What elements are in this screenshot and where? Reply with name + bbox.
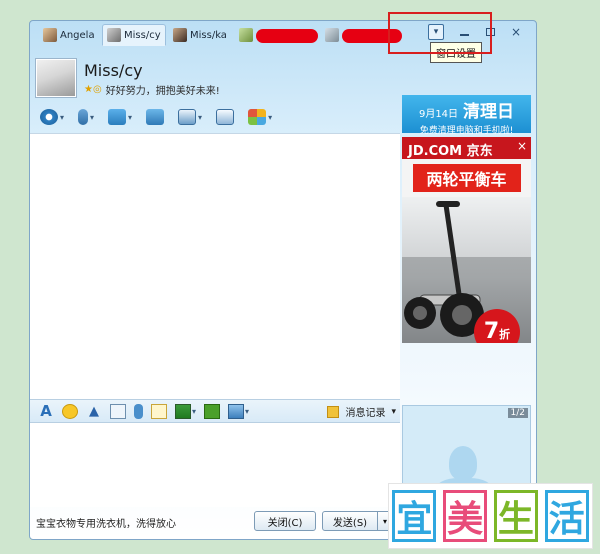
message-input[interactable] — [30, 423, 400, 507]
chat-window: Angela Miss/cy Miss/ka ▾ × 窗口设置 Miss/cy … — [29, 20, 537, 540]
chevron-down-icon[interactable]: ▾ — [268, 113, 272, 122]
ad-date: 9月14日 — [418, 109, 459, 120]
chevron-down-icon[interactable]: ▾ — [90, 113, 94, 122]
font-button[interactable]: A — [38, 402, 54, 420]
ad-headline: 清理日 — [463, 102, 515, 122]
footer-ad-link[interactable]: 宝宝衣物专用洗衣机，洗得放心 — [36, 515, 176, 530]
cleanup-day-ad[interactable]: 9月14日 清理日 免费清理电脑和手机啦! — [402, 95, 531, 136]
tab-angela[interactable]: Angela — [38, 24, 100, 46]
redaction-mark — [256, 29, 318, 43]
video-call-button[interactable]: ▾ — [40, 109, 64, 125]
screen-share-icon — [178, 109, 197, 125]
send-button[interactable]: 发送(S) — [322, 511, 378, 531]
chat-toolbar: ▾ ▾ ▾ ▾ ▾ — [40, 109, 286, 125]
voice-call-icon — [78, 109, 89, 125]
tab-miss-ka[interactable]: Miss/ka — [168, 24, 232, 46]
chevron-down-icon[interactable]: ▾ — [198, 113, 202, 122]
discount-unit: 折 — [499, 328, 511, 341]
screenshot-button[interactable] — [216, 109, 235, 125]
chevron-down-icon: ▾ — [391, 406, 396, 417]
file-transfer-button[interactable]: ▾ — [108, 109, 132, 125]
chevron-down-icon[interactable]: ▾ — [245, 407, 249, 416]
close-window-button[interactable]: × — [508, 24, 524, 40]
close-chat-button[interactable]: 关闭(C) — [254, 511, 316, 531]
voice-call-button[interactable]: ▾ — [78, 109, 94, 125]
chevron-down-icon[interactable]: ▾ — [192, 407, 196, 416]
history-icon — [327, 405, 340, 418]
sticky-note-icon[interactable] — [151, 403, 167, 419]
watermark-char-0: 宜 — [392, 490, 437, 542]
image-icon[interactable] — [175, 403, 191, 419]
default-avatar-head — [449, 446, 477, 480]
contact-signature: 好好努力，拥抱美好未来! — [105, 86, 220, 97]
remote-assist-button[interactable] — [146, 109, 165, 125]
watermark-char-1: 美 — [443, 490, 488, 542]
avatar — [325, 28, 339, 42]
tab-label: Miss/cy — [124, 29, 161, 41]
video-call-icon — [40, 109, 58, 125]
format-toolbar: A ▲ ▾ ▾ 消息记录 ▾ — [30, 399, 400, 423]
shake-icon[interactable]: ▲ — [86, 404, 102, 419]
contact-name[interactable]: Miss/cy — [84, 61, 143, 80]
tab-label: Miss/ka — [190, 29, 227, 41]
contact-signature-row: ★◎ 好好努力，拥抱美好未来! — [84, 82, 220, 97]
music-icon[interactable] — [204, 403, 221, 419]
watermark-char-3: 活 — [544, 490, 589, 542]
watermark-logo: 宜 美 生 活 — [388, 483, 593, 549]
star-icon: ★◎ — [84, 84, 102, 95]
message-history-area[interactable] — [30, 133, 400, 399]
chevron-down-icon[interactable]: ▾ — [60, 113, 64, 122]
chevron-down-icon[interactable]: ▾ — [128, 113, 132, 122]
jd-brand: JD.COM 京东 — [402, 137, 531, 159]
apps-button[interactable]: ▾ — [248, 109, 272, 125]
watermark-char-2: 生 — [493, 490, 538, 542]
chevron-down-icon: ▾ — [382, 516, 387, 526]
jd-ad[interactable]: JD.COM 京东 × 两轮平衡车 7折 — [402, 137, 531, 343]
close-icon: × — [510, 25, 522, 39]
avatar — [43, 28, 57, 42]
gif-icon[interactable] — [110, 403, 126, 419]
jd-product-title: 两轮平衡车 — [412, 164, 521, 192]
tab-miss-cy[interactable]: Miss/cy — [102, 24, 166, 46]
avatar — [239, 28, 253, 42]
screen-share-button[interactable]: ▾ — [178, 109, 202, 125]
voice-message-icon[interactable] — [134, 403, 143, 419]
avatar — [173, 28, 187, 42]
remote-assist-icon — [146, 109, 165, 125]
apps-icon — [248, 109, 267, 125]
video-pager[interactable]: 1/2 — [507, 408, 528, 418]
tab-label: Angela — [60, 29, 95, 41]
segway-image: 7折 — [402, 197, 531, 343]
screenshot-icon — [216, 109, 235, 125]
screenshot-tool-icon[interactable] — [228, 403, 245, 419]
ad-subtitle: 免费清理电脑和手机啦! — [419, 126, 514, 136]
emoji-icon[interactable] — [62, 403, 78, 419]
highlight-box — [388, 12, 492, 54]
message-history-button[interactable]: 消息记录 ▾ — [327, 404, 396, 419]
avatar — [107, 28, 121, 42]
file-transfer-icon — [108, 109, 127, 125]
close-icon[interactable]: × — [517, 139, 527, 153]
contact-avatar[interactable] — [36, 59, 76, 97]
message-history-label: 消息记录 — [345, 408, 386, 419]
discount-value: 7 — [483, 319, 500, 343]
